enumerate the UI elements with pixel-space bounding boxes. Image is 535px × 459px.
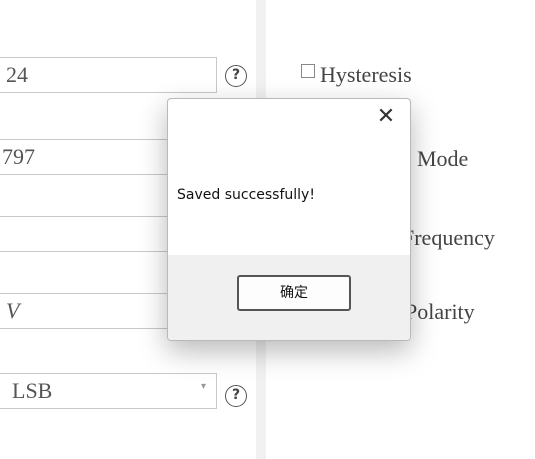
ok-button[interactable]: 确定 (237, 275, 351, 311)
help-icon[interactable]: ? (225, 65, 247, 87)
select-field[interactable]: LSB (0, 373, 217, 409)
dropdown-arrow-icon[interactable]: ▾ (201, 381, 206, 392)
hysteresis-checkbox[interactable] (301, 64, 315, 78)
frequency-label: Frequency (402, 225, 495, 250)
polarity-label: Polarity (405, 299, 475, 324)
select-value: LSB (12, 378, 53, 403)
field-1-value: 24 (6, 62, 28, 87)
hysteresis-label: Hysteresis (320, 62, 412, 87)
close-icon[interactable]: ✕ (372, 103, 400, 131)
field-1[interactable]: 24 (0, 57, 217, 93)
mode-label: Mode (417, 146, 469, 171)
alert-dialog: ✕ Saved successfully! 确定 (167, 98, 411, 341)
dialog-message: Saved successfully! (177, 187, 315, 203)
dialog-footer: 确定 (168, 255, 410, 340)
field-4-value: V (6, 298, 20, 323)
field-2-value: 797 (2, 144, 35, 169)
help-icon[interactable]: ? (225, 385, 247, 407)
